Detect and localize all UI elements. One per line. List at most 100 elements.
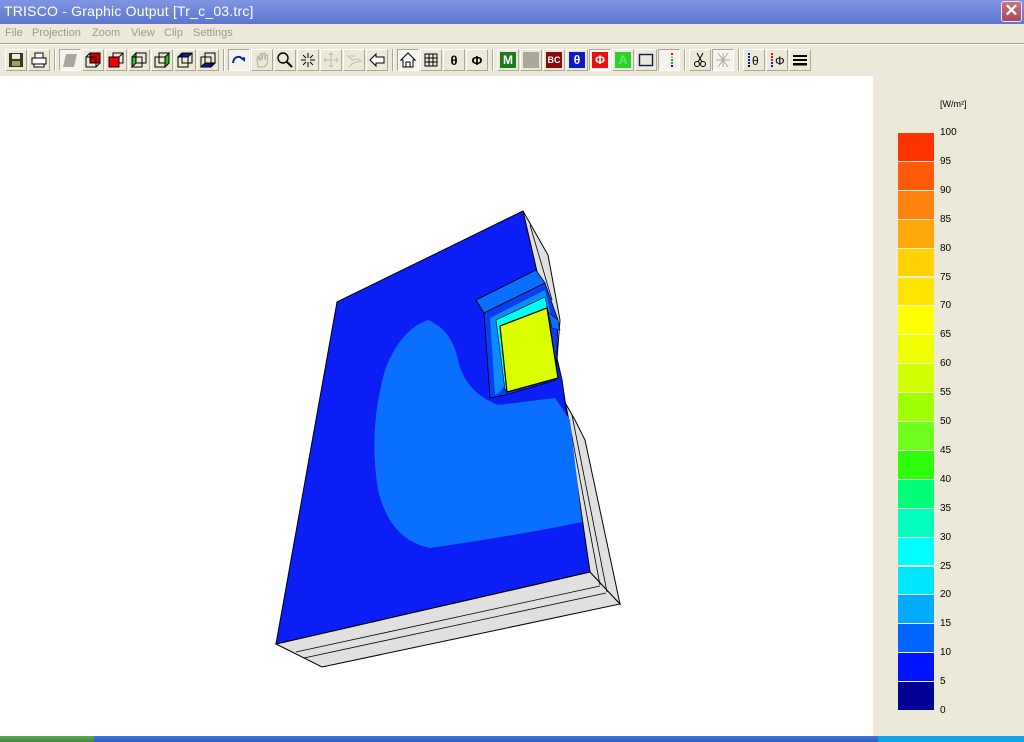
legend-swatch [898, 479, 934, 509]
legend-swatch [898, 422, 934, 451]
save-button[interactable] [5, 49, 27, 71]
legend-tick-label: 70 [940, 300, 952, 312]
cube-red-front-icon [108, 52, 124, 68]
svg-text:θ: θ [752, 54, 759, 68]
material-icon: M [500, 52, 516, 68]
back-button[interactable] [366, 49, 388, 71]
cut-disabled-icon [716, 52, 730, 68]
legend-swatch [898, 450, 934, 480]
blank-gray-button[interactable] [520, 49, 542, 71]
rotate-icon [232, 55, 245, 64]
temperature-button[interactable]: θ [566, 49, 588, 71]
legend-swatch [898, 133, 934, 162]
cut-button[interactable] [689, 49, 711, 71]
home-button[interactable] [397, 49, 419, 71]
legend-swatch [898, 653, 934, 683]
phi-button[interactable]: Φ [466, 49, 488, 71]
cube-green-left-icon [131, 52, 147, 68]
home-icon [400, 52, 416, 68]
menu-view[interactable]: View [131, 27, 155, 39]
phi-icon: Φ [471, 52, 483, 68]
close-icon[interactable]: ✕ [1001, 1, 1022, 22]
pan-button[interactable] [251, 49, 273, 71]
view-left-button[interactable] [128, 49, 150, 71]
menu-settings[interactable]: Settings [193, 27, 233, 39]
legend-tick-label: 10 [940, 647, 952, 659]
boundary-condition-button[interactable]: BC [543, 49, 565, 71]
view-back-button[interactable] [82, 49, 104, 71]
legend-swatch [898, 566, 934, 596]
legend-tick-label: 30 [940, 531, 952, 543]
legend-swatch [898, 219, 934, 249]
save-icon [9, 53, 23, 67]
theta-button[interactable]: θ [443, 49, 465, 71]
zoom-button[interactable] [274, 49, 296, 71]
theta-scale-button[interactable]: θ [743, 49, 765, 71]
view-front-button[interactable] [105, 49, 127, 71]
legend-tick-label: 90 [940, 184, 952, 196]
legend-tick-label: 20 [940, 589, 952, 601]
area-button[interactable]: A [612, 49, 634, 71]
solid-view-button[interactable] [59, 49, 81, 71]
legend-tick-label: 40 [940, 473, 952, 485]
legend-tick-label: 85 [940, 213, 952, 225]
zoom-center-button[interactable] [297, 49, 319, 71]
legend-tick-label: 50 [940, 416, 952, 427]
start-button[interactable] [0, 736, 94, 742]
toolbar-separator [738, 49, 740, 71]
menu-zoom[interactable]: Zoom [92, 27, 120, 39]
menu-file[interactable]: File [5, 27, 23, 39]
svg-text:Φ: Φ [775, 54, 785, 68]
phi-scale-button[interactable]: Φ [766, 49, 788, 71]
solid-view-icon [63, 54, 77, 67]
legend-swatch [898, 277, 934, 307]
legend-tick-label: 60 [940, 358, 952, 370]
grid-button[interactable] [420, 49, 442, 71]
frame-button[interactable] [635, 49, 657, 71]
legend-swatch [898, 306, 934, 336]
graphic-canvas[interactable] [0, 76, 873, 736]
model-3d-view[interactable] [0, 76, 873, 736]
menu-clip[interactable]: Clip [164, 27, 183, 39]
frame-icon [638, 53, 654, 67]
legend-swatch [898, 537, 934, 567]
boundary-condition-icon: BC [546, 52, 562, 68]
legend-tick-label: 65 [940, 329, 952, 341]
heat-flux-button[interactable]: Φ [589, 49, 611, 71]
view-top-button[interactable] [174, 49, 196, 71]
legend-tick-label: 95 [940, 155, 952, 167]
color-scale-button[interactable] [658, 49, 680, 71]
legend-tick-label: 80 [940, 242, 952, 254]
theta-icon: θ [450, 52, 458, 68]
lines-icon [793, 55, 807, 66]
view-right-button[interactable] [151, 49, 173, 71]
theta-blue-icon: θ [569, 52, 585, 68]
move-button[interactable] [320, 49, 342, 71]
legend-tick-label: 5 [940, 676, 946, 688]
system-tray [878, 736, 1024, 742]
lines-button[interactable] [789, 49, 811, 71]
toolbar-separator [684, 49, 686, 71]
phi-scale-icon: Φ [771, 53, 785, 68]
blank-gray-icon [523, 52, 539, 68]
legend-swatch [898, 682, 934, 711]
menu-projection[interactable]: Projection [32, 27, 81, 39]
zoom-magnifier-icon [277, 52, 293, 68]
cut-disabled-button[interactable] [712, 49, 734, 71]
menu-bar: File Projection Zoom View Clip Settings [0, 24, 1024, 45]
legend-swatch [898, 624, 934, 654]
area-icon: A [615, 52, 631, 68]
legend-swatch [898, 161, 934, 191]
legend-swatch [898, 595, 934, 625]
move-icon [323, 52, 339, 68]
fly-button[interactable] [343, 49, 365, 71]
legend-swatch [898, 190, 934, 220]
title-bar: TRISCO - Graphic Output [Tr_c_03.trc] ✕ [0, 0, 1024, 24]
print-icon [31, 52, 47, 68]
legend-tick-label: 45 [940, 444, 952, 456]
rotate-button[interactable] [228, 49, 250, 71]
window-title: TRISCO - Graphic Output [Tr_c_03.trc] [4, 3, 254, 19]
print-button[interactable] [28, 49, 50, 71]
view-bottom-button[interactable] [197, 49, 219, 71]
material-button[interactable]: M [497, 49, 519, 71]
